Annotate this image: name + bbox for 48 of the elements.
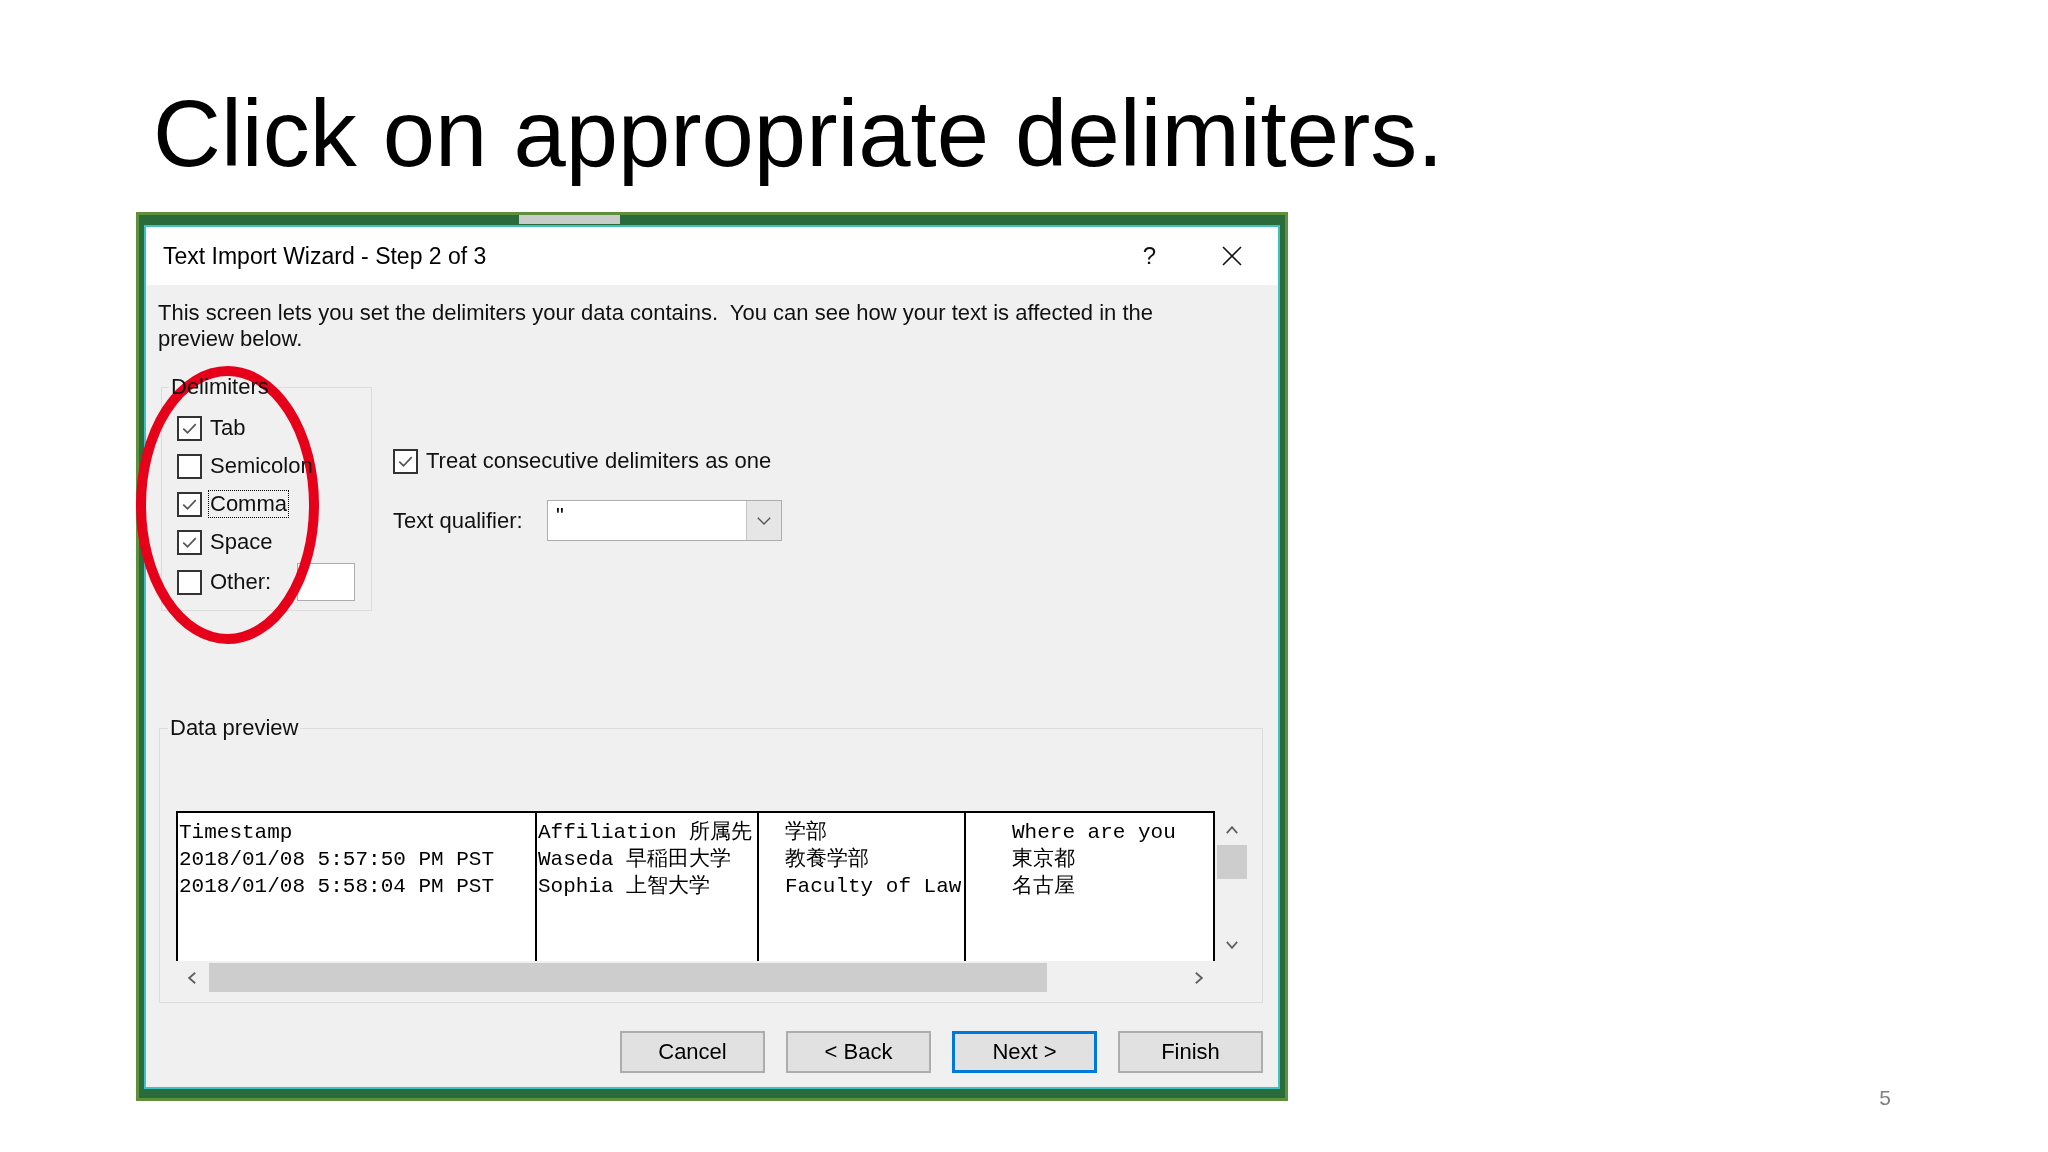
checkbox[interactable] xyxy=(177,453,202,479)
checkbox[interactable] xyxy=(393,448,418,474)
preview-cell-text: 2018/01/08 5:58:04 PM PST xyxy=(179,874,495,900)
checkbox-label[interactable]: Tab xyxy=(208,414,248,442)
chevron-up-icon[interactable] xyxy=(1225,826,1238,834)
dialog-button[interactable]: Finish xyxy=(1118,1031,1263,1073)
scroll-thumb[interactable] xyxy=(1216,845,1247,879)
window-title: Text Import Wizard - Step 2 of 3 xyxy=(163,242,487,270)
checkbox[interactable] xyxy=(177,415,202,441)
slide-title: Click on appropriate delimiters. xyxy=(153,80,1444,188)
preview-cell-text: Faculty of Law xyxy=(785,874,962,900)
dialog-button[interactable]: < Back xyxy=(786,1031,931,1073)
checkbox[interactable] xyxy=(177,569,202,595)
checkbox[interactable] xyxy=(177,491,202,517)
chevron-down-icon xyxy=(757,516,771,525)
checkbox-label[interactable]: Comma xyxy=(208,490,289,518)
checkbox-label[interactable]: Space xyxy=(208,528,275,556)
checkbox-label[interactable]: Other: xyxy=(208,568,274,596)
checkmark-icon xyxy=(182,422,197,434)
instruction-text: This screen lets you set the delimiters your data contains. You can see how your text is affected in the preview below. xyxy=(158,300,1155,352)
preview-cell: Affiliation 所属先 xyxy=(538,819,753,846)
preview-cell: 教養学部 xyxy=(785,846,869,873)
page-number: 5 xyxy=(1879,1086,1891,1110)
text-qualifier-dropdown[interactable]: " xyxy=(547,500,782,541)
group-label: Data preview xyxy=(169,716,300,740)
help-button[interactable]: ? xyxy=(1138,242,1160,270)
scroll-thumb[interactable] xyxy=(209,963,1047,992)
preview-cell: 名古屋 xyxy=(1012,873,1075,900)
field-label: Text qualifier: xyxy=(393,507,524,534)
preview-cell: Waseda 早稲田大学 xyxy=(538,846,732,873)
dialog-button[interactable]: Cancel xyxy=(620,1031,765,1073)
checkbox-label[interactable]: Treat consecutive delimiters as one xyxy=(424,447,774,475)
dialog-button[interactable]: Next > xyxy=(952,1031,1097,1073)
preview-cell: 東京都 xyxy=(1012,846,1075,873)
chevron-down-icon[interactable] xyxy=(1225,941,1238,949)
checkmark-icon xyxy=(398,455,413,467)
chevron-left-icon[interactable] xyxy=(188,971,196,984)
checkmark-icon xyxy=(182,536,197,548)
preview-cell-text: Timestamp xyxy=(179,820,293,846)
preview-cell-text: Where are you xyxy=(1012,820,1176,846)
checkbox[interactable] xyxy=(177,529,202,555)
close-button[interactable] xyxy=(1222,246,1242,266)
close-icon xyxy=(1222,246,1242,266)
preview-cell-text: 2018/01/08 5:57:50 PM PST xyxy=(179,847,495,873)
preview-cell: 学部 xyxy=(785,819,827,846)
checkmark-icon xyxy=(182,498,197,510)
chevron-right-icon[interactable] xyxy=(1195,971,1203,984)
preview-cell: Sophia 上智大学 xyxy=(538,873,711,900)
